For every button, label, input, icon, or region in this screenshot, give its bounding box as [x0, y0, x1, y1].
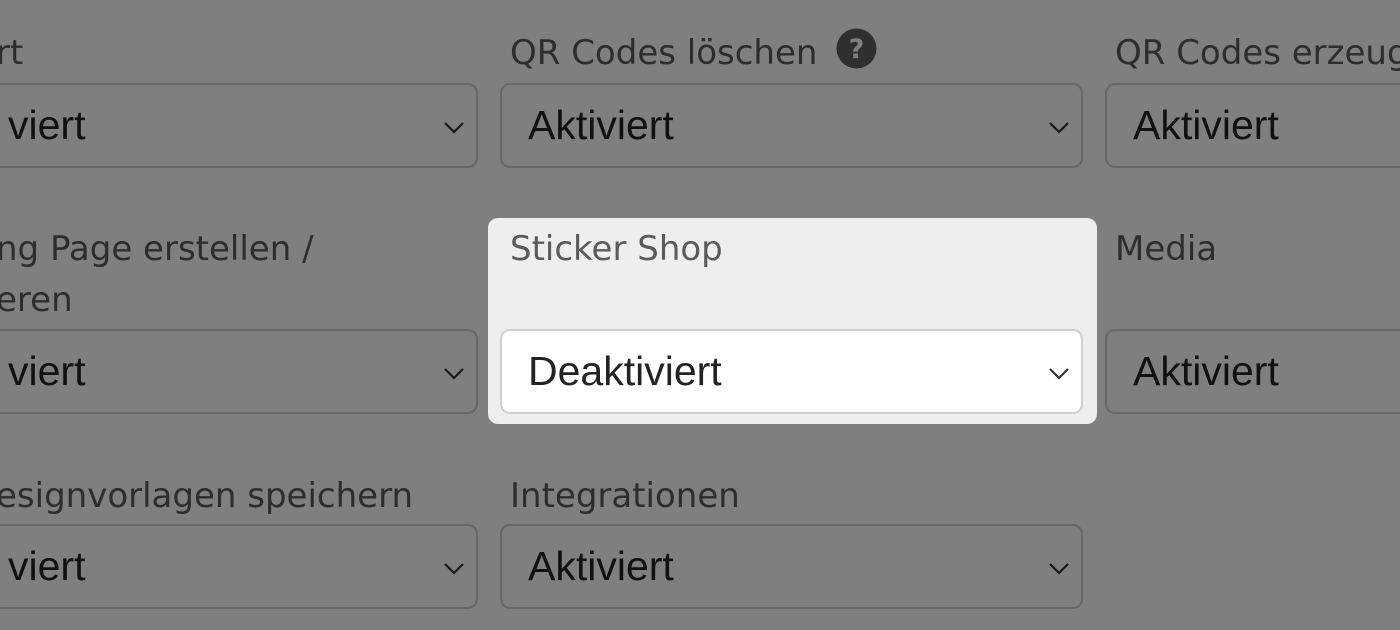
chevron-down-icon [1049, 122, 1069, 134]
select-media[interactable]: Aktiviert [1105, 329, 1400, 414]
field-label-sticker-shop: Sticker Shop [510, 229, 723, 269]
select-value: Deaktiviert [528, 348, 722, 394]
field-label-media: Media [1115, 229, 1218, 269]
field-label-qr-codes-erzeugen: QR Codes erzeug [1115, 33, 1400, 73]
select-designvorlagen[interactable]: viert [0, 524, 478, 609]
select-value: Aktiviert [528, 102, 674, 148]
chevron-down-icon [444, 122, 464, 134]
chevron-down-icon [444, 563, 464, 575]
chevron-down-icon [444, 368, 464, 380]
chevron-down-icon [1049, 368, 1069, 380]
select-value: viert [8, 102, 86, 148]
select-value: Aktiviert [528, 543, 674, 589]
highlight-sticker-shop: Sticker Shop Deaktiviert [488, 218, 1097, 424]
select-qr-codes-loeschen[interactable]: Aktiviert [500, 83, 1083, 168]
field-label-rt: rt [0, 33, 24, 73]
select-integrationen[interactable]: Aktiviert [500, 524, 1083, 609]
svg-text:?: ? [849, 34, 865, 65]
select-value: Aktiviert [1133, 102, 1279, 148]
select-rt[interactable]: viert [0, 83, 478, 168]
field-label-designvorlagen: esignvorlagen speichern [0, 476, 413, 516]
select-value: viert [8, 348, 86, 394]
chevron-down-icon [1049, 563, 1069, 575]
select-value: Aktiviert [1133, 348, 1279, 394]
select-value: viert [8, 543, 86, 589]
select-sticker-shop[interactable]: Deaktiviert [500, 329, 1083, 414]
field-label-landing-page-line2: eren [0, 280, 73, 320]
select-qr-codes-erzeugen[interactable]: Aktiviert [1105, 83, 1400, 168]
field-label-integrationen: Integrationen [510, 476, 740, 516]
question-circle-icon[interactable]: ? [836, 28, 877, 69]
field-label-qr-codes-loeschen: QR Codes löschen [510, 33, 818, 73]
select-landing-page[interactable]: viert [0, 329, 478, 414]
field-label-landing-page-line1: ng Page erstellen / [0, 229, 314, 269]
